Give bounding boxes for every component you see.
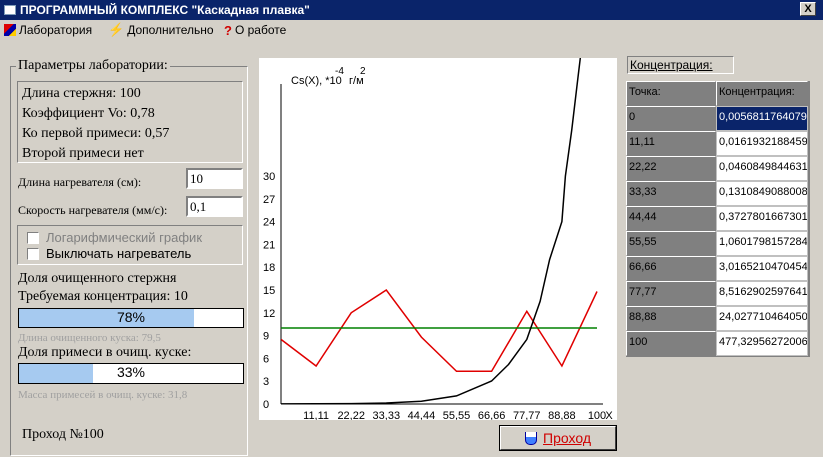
close-button[interactable]: X [800, 2, 816, 16]
y-tick-label: 0 [263, 399, 269, 411]
table-row-concentration[interactable]: 1,0601798157284 [716, 231, 808, 256]
table-row-concentration[interactable]: 0,3727801667301 [716, 206, 808, 231]
title-bar: ПРОГРАММНЫЙ КОМПЛЕКС "Каскадная плавка" … [0, 0, 823, 20]
chart-background [259, 58, 617, 420]
menu-additional[interactable]: ⚡ Дополнительно [108, 22, 214, 38]
flask-icon [525, 431, 538, 445]
y-axis-unit-exponent: 2 [360, 66, 366, 77]
menu-laboratory-label: Лаборатория [19, 23, 93, 37]
heater-length-label: Длина нагревателя (см): [18, 175, 142, 189]
table-row-point[interactable]: 11,11 [626, 131, 716, 156]
x-tick-label: 66,66 [478, 410, 506, 420]
coefficient-v0-text: Коэффициент Vo: 0,78 [22, 106, 155, 121]
table-row-point[interactable]: 33,33 [626, 181, 716, 206]
table-row-concentration[interactable]: 0,0161932188459 [716, 131, 808, 156]
menu-bar: Лаборатория ⚡ Дополнительно ? О работе [0, 20, 823, 40]
heater-speed-label: Скорость нагревателя (мм/с): [18, 203, 168, 217]
lightning-icon: ⚡ [108, 22, 125, 37]
params-legend: Параметры лаборатории: [16, 58, 170, 74]
heater-speed-field[interactable]: 0,1 [186, 196, 243, 217]
table-row-point[interactable]: 88,88 [626, 306, 716, 331]
x-tick-label: 11,11 [303, 410, 329, 420]
concentration-chart: Cs(X), *10-4г/м203691215182124273011,11 2… [259, 58, 617, 420]
y-axis-exponent: -4 [335, 66, 344, 77]
concentration-table[interactable]: Точка: Концентрация: 0 0,0056811764079 11,11… [626, 81, 810, 357]
table-row-concentration[interactable]: 0,0056811764079 [716, 106, 808, 131]
y-tick-label: 18 [263, 262, 275, 274]
menu-about[interactable]: ? О работе [224, 22, 286, 38]
pass-button[interactable]: Проход [499, 425, 617, 451]
y-tick-label: 9 [263, 331, 269, 343]
lab-flask-icon [4, 24, 16, 36]
table-row-concentration[interactable]: 24,027710464050 [716, 306, 808, 331]
table-row-point[interactable]: 66,66 [626, 256, 716, 281]
x-tick-label: 44,44 [408, 410, 436, 420]
params-info-box: Длина стержня: 100 Коэффициент Vo: 0,78 … [17, 81, 243, 163]
table-row-point[interactable]: 55,55 [626, 231, 716, 256]
y-tick-label: 15 [263, 285, 275, 297]
heater-length-field[interactable]: 10 [186, 168, 243, 189]
log-graph-label: Логарифмический график [46, 230, 203, 245]
purity-percent-text: 78% [116, 309, 146, 325]
impurity-title: Доля примеси в очищ. куске: [18, 345, 192, 360]
x-tick-label: 88,88 [548, 410, 576, 420]
impurity-progress-bar: 33% [18, 363, 244, 384]
right-edge [810, 81, 823, 451]
table-header-point[interactable]: Точка: [626, 81, 716, 106]
table-row-concentration[interactable]: 3,0165210470454 [716, 256, 808, 281]
menu-additional-label: Дополнительно [127, 23, 214, 37]
y-tick-label: 21 [263, 239, 275, 251]
table-row-concentration[interactable]: 8,5162902597641 [716, 281, 808, 306]
menu-about-label: О работе [234, 23, 287, 37]
y-tick-label: 30 [263, 171, 275, 183]
table-row-concentration[interactable]: 477,32956272006 [716, 331, 808, 356]
rod-length-text: Длина стержня: 100 [22, 86, 141, 101]
table-row-point[interactable]: 77,77 [626, 281, 716, 306]
table-row-point[interactable]: 44,44 [626, 206, 716, 231]
x-axis-label: X [605, 410, 613, 420]
y-tick-label: 3 [263, 376, 269, 388]
x-tick-label: 100 [588, 410, 606, 420]
x-tick-label: 33,33 [373, 410, 401, 420]
table-row-point[interactable]: 22,22 [626, 156, 716, 181]
table-header-concentration[interactable]: Концентрация: [716, 81, 808, 106]
y-tick-label: 6 [263, 353, 269, 365]
required-concentration-label: Требуемая концентрация: 10 [18, 289, 188, 304]
pass-number-label: Проход №100 [22, 427, 104, 442]
y-tick-label: 24 [263, 217, 275, 229]
table-row-point[interactable]: 0 [626, 106, 716, 131]
heater-off-label: Выключать нагреватель [46, 246, 192, 261]
table-row-concentration[interactable]: 0,1310849088008 [716, 181, 808, 206]
impurity-mass-text: Масса примесей в очищ. куске: 31,8 [18, 389, 188, 401]
second-impurity-text: Второй примеси нет [22, 146, 144, 161]
question-icon: ? [224, 22, 232, 38]
table-row-point[interactable]: 100 [626, 331, 716, 356]
cleaned-length-text: Длина очищенного куска: 79,5 [18, 332, 161, 344]
purity-title: Доля очищенного стержня [18, 271, 177, 286]
x-tick-label: 22,22 [337, 410, 365, 420]
heater-off-checkbox[interactable] [27, 248, 39, 260]
first-impurity-text: Ко первой примеси: 0,57 [22, 126, 170, 141]
table-row-concentration[interactable]: 0,0460849844631 [716, 156, 808, 181]
window-title: ПРОГРАММНЫЙ КОМПЛЕКС "Каскадная плавка" [20, 3, 310, 17]
app-icon [4, 5, 16, 15]
x-tick-label: 55,55 [443, 410, 471, 420]
menu-laboratory[interactable]: Лаборатория [4, 22, 92, 38]
x-tick-label: 77,77 [513, 410, 541, 420]
log-graph-checkbox[interactable] [27, 232, 39, 244]
pass-button-label: Проход [543, 430, 591, 446]
impurity-percent-text: 33% [116, 364, 146, 380]
purity-progress-bar: 78% [18, 308, 244, 328]
y-tick-label: 12 [263, 308, 275, 320]
table-heading: Концентрация: [627, 56, 734, 74]
y-tick-label: 27 [263, 194, 275, 206]
